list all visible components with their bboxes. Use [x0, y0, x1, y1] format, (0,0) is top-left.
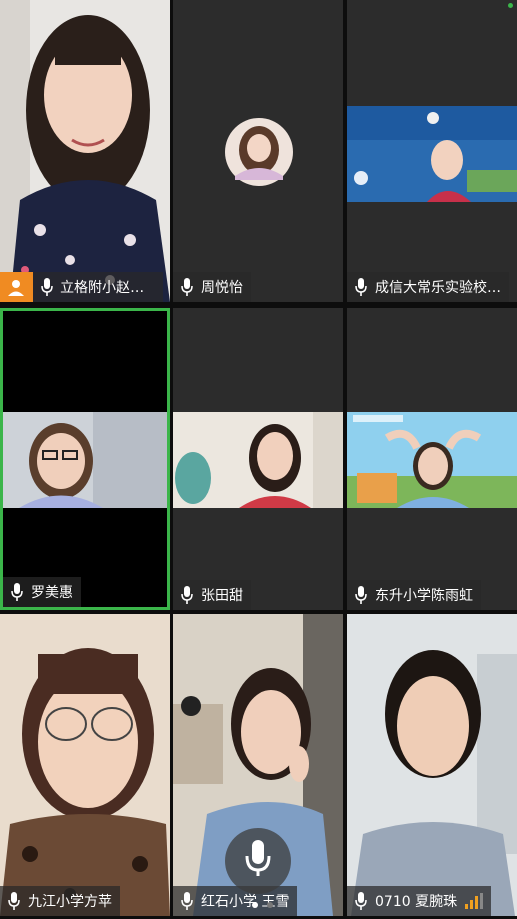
participant-name: 九江小学方苹 [28, 894, 112, 910]
microphone-icon [245, 840, 271, 882]
participant-tile-zhao[interactable]: 立格附小赵庆萌 [0, 0, 170, 302]
participant-name: 张田甜 [201, 588, 243, 604]
mic-icon [173, 272, 201, 302]
participant-tile-chengxin[interactable]: 成信大常乐实验校… [347, 0, 517, 302]
participant-tile-xia[interactable]: 0710 夏腕珠 [347, 614, 517, 916]
mic-icon [173, 580, 201, 610]
mic-icon [173, 886, 201, 916]
participant-video [347, 0, 517, 302]
page-indicator[interactable] [252, 902, 273, 908]
participant-tile-fang[interactable]: 九江小学方苹 [0, 614, 170, 916]
participant-name: 罗美惠 [31, 585, 73, 601]
participant-name: 立格附小赵庆萌 [60, 280, 155, 296]
participant-namebar: 红石小学 王雪 [173, 886, 298, 916]
participant-name: 周悦怡 [201, 280, 243, 296]
participant-tile-chen[interactable]: 东升小学陈雨虹 [347, 308, 517, 610]
participant-namebar: 0710 夏腕珠 [347, 886, 492, 916]
participant-name: 成信大常乐实验校… [375, 280, 501, 296]
mic-icon [3, 577, 31, 607]
participant-name: 红石小学 王雪 [201, 894, 290, 910]
participant-tile-luo[interactable]: 罗美惠 [0, 308, 170, 610]
participant-avatar-view [173, 0, 343, 302]
participant-name: 东升小学陈雨虹 [375, 588, 473, 604]
video-grid: 立格附小赵庆萌 周悦怡 成信大常乐实验校… 罗美惠 张田甜 东升小学陈雨虹 九江… [0, 0, 517, 919]
mic-icon [347, 580, 375, 610]
mic-icon [0, 886, 28, 916]
participant-namebar: 张田甜 [173, 580, 251, 610]
participant-video [0, 0, 170, 302]
participant-namebar: 东升小学陈雨虹 [347, 580, 481, 610]
mic-icon [347, 272, 375, 302]
microphone-toggle-button[interactable] [225, 828, 291, 894]
connection-status-dot [508, 3, 513, 8]
signal-bars-icon [465, 893, 484, 909]
participant-video [347, 308, 517, 610]
participant-tile-zhang[interactable]: 张田甜 [173, 308, 343, 610]
participant-tile-zhou[interactable]: 周悦怡 [173, 0, 343, 302]
mic-icon [347, 886, 375, 916]
participant-namebar: 罗美惠 [3, 577, 81, 607]
page-dot-2[interactable] [267, 902, 273, 908]
participant-namebar: 成信大常乐实验校… [347, 272, 509, 302]
participant-namebar: 周悦怡 [173, 272, 251, 302]
participant-namebar: 立格附小赵庆萌 [0, 272, 163, 302]
participant-video [347, 614, 517, 916]
participant-video [0, 614, 170, 916]
person-icon [0, 272, 33, 302]
participant-video [3, 311, 167, 607]
participant-namebar: 九江小学方苹 [0, 886, 120, 916]
participant-name: 0710 夏腕珠 [375, 894, 458, 910]
page-dot-1[interactable] [252, 902, 258, 908]
mic-icon [33, 272, 60, 302]
participant-video [173, 308, 343, 610]
